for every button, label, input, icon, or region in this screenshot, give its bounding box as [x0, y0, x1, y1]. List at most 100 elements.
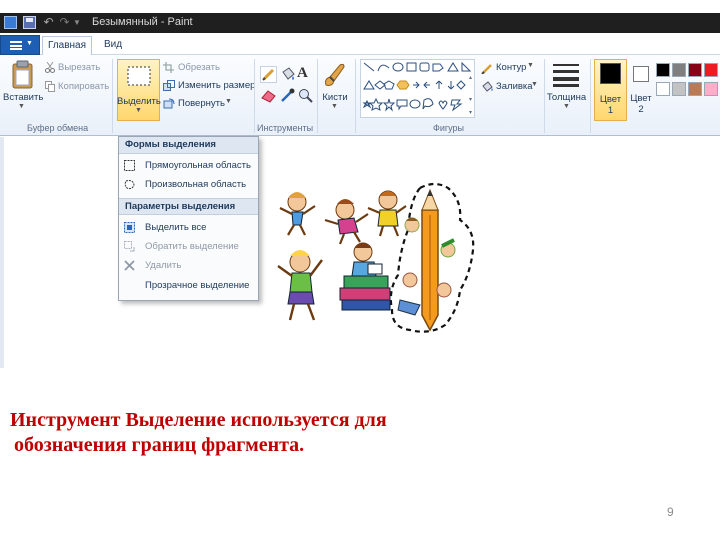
select-all-item[interactable]: Выделить все	[119, 218, 258, 237]
freeform-selection-label: Произвольная область	[145, 179, 247, 190]
color2-button[interactable]: Цвет 2	[630, 59, 652, 121]
freeform-selection-item[interactable]: Произвольная область	[119, 175, 258, 194]
color-picker-icon[interactable]	[279, 87, 296, 104]
menu-icon	[10, 41, 22, 50]
save-icon[interactable]	[23, 16, 36, 29]
select-dropdown-menu: Формы выделения Прямоугольная область Пр…	[118, 136, 259, 301]
resize-icon	[163, 80, 175, 91]
ribbon: Вставить ▼ Вырезать Копировать Буфер обм…	[0, 55, 720, 136]
palette-color-swatch[interactable]	[672, 82, 686, 96]
paint-window: ↶ ↷ ▼ Безымянный - Paint ▼ Главная Вид В…	[0, 13, 720, 368]
invert-selection-icon	[124, 241, 135, 252]
palette-color-swatch[interactable]	[656, 63, 670, 77]
drawing-canvas[interactable]	[0, 137, 720, 368]
text-tool-icon[interactable]: A	[297, 65, 308, 82]
color1-label: Цвет	[599, 94, 622, 105]
slide-caption: Инструмент Выделение используется для об…	[10, 408, 387, 458]
palette-color-swatch[interactable]	[704, 63, 718, 77]
resize-button[interactable]: Изменить размер	[178, 80, 255, 91]
group-divider	[112, 59, 113, 133]
size-button[interactable]: Толщина	[545, 92, 588, 103]
select-button-label: Выделить	[117, 96, 161, 107]
file-menu-button[interactable]: ▼	[0, 35, 40, 55]
tab-view[interactable]: Вид	[97, 36, 129, 55]
caption-line-2: обозначения границ фрагмента.	[14, 434, 305, 456]
delete-selection-item[interactable]: Удалить	[119, 256, 258, 275]
eraser-icon[interactable]	[260, 87, 277, 104]
group-divider	[254, 59, 255, 133]
cut-button[interactable]: Вырезать	[58, 62, 100, 73]
brushes-button[interactable]: Кисти	[319, 92, 351, 103]
outline-pen-icon	[481, 64, 492, 74]
line-thickness-icon[interactable]	[553, 63, 579, 87]
shapes-gallery-icons	[362, 61, 472, 114]
transparent-selection-label: Прозрачное выделение	[145, 280, 250, 291]
color1-swatch	[600, 63, 621, 84]
invert-selection-label: Обратить выделение	[145, 241, 239, 252]
crop-button[interactable]: Обрезать	[178, 62, 220, 73]
shapes-gallery[interactable]	[360, 59, 475, 118]
rectangle-select-icon	[127, 66, 151, 86]
tab-home[interactable]: Главная	[42, 36, 92, 55]
rectangle-select-icon	[124, 160, 135, 171]
select-button[interactable]: Выделить ▼	[117, 59, 161, 121]
palette-color-swatch[interactable]	[688, 82, 702, 96]
color2-number: 2	[638, 104, 644, 115]
rotate-icon	[163, 98, 175, 109]
ribbon-tab-bar: ▼ Главная Вид	[0, 33, 720, 55]
chevron-down-icon[interactable]: ▼	[531, 81, 538, 88]
magnifier-icon[interactable]	[297, 87, 314, 104]
crop-icon	[163, 62, 174, 73]
clipboard-group-label: Буфер обмена	[27, 123, 89, 133]
selection-shapes-header: Формы выделения	[119, 137, 258, 154]
invert-selection-item[interactable]: Обратить выделение	[119, 237, 258, 256]
pencil-icon[interactable]	[260, 66, 277, 83]
tools-group-label: Инструменты	[257, 123, 314, 133]
palette-color-swatch[interactable]	[688, 63, 702, 77]
paste-icon[interactable]	[11, 60, 35, 90]
group-divider	[317, 59, 318, 133]
group-divider	[590, 59, 591, 133]
color1-button[interactable]: Цвет 1	[594, 59, 627, 121]
redo-icon[interactable]: ↷	[58, 16, 71, 29]
chevron-down-icon[interactable]: ▼	[18, 103, 25, 110]
select-all-label: Выделить все	[145, 222, 207, 233]
rectangular-selection-item[interactable]: Прямоугольная область	[119, 156, 258, 175]
palette-color-swatch[interactable]	[704, 82, 718, 96]
title-bar: ↶ ↷ ▼ Безымянный - Paint	[0, 13, 720, 33]
fill-button[interactable]: Заливка	[496, 81, 533, 92]
palette-color-swatch[interactable]	[656, 82, 670, 96]
copy-icon	[45, 81, 55, 92]
undo-icon[interactable]: ↶	[42, 16, 55, 29]
window-title: Безымянный - Paint	[92, 16, 193, 28]
slide-page-number: 9	[667, 505, 674, 519]
paste-button[interactable]: Вставить	[3, 92, 43, 103]
brush-icon[interactable]	[322, 61, 348, 89]
chevron-down-icon[interactable]: ▼	[563, 103, 570, 110]
chevron-down-icon: ▼	[135, 107, 142, 114]
color1-number: 1	[607, 105, 614, 116]
scissors-icon	[45, 62, 55, 73]
fill-bucket-icon[interactable]	[279, 66, 296, 83]
chevron-down-icon[interactable]: ▼	[527, 62, 534, 69]
copy-button[interactable]: Копировать	[58, 81, 109, 92]
quick-access-dropdown-icon[interactable]: ▼	[73, 16, 86, 29]
transparent-selection-item[interactable]: Прозрачное выделение	[119, 276, 258, 295]
chevron-down-icon[interactable]: ▼	[331, 103, 338, 110]
color2-label: Цвет	[630, 93, 652, 104]
delete-x-icon	[124, 260, 135, 271]
delete-selection-label: Удалить	[145, 260, 182, 271]
shapes-group-label: Фигуры	[433, 123, 465, 133]
rotate-button[interactable]: Повернуть	[178, 98, 225, 109]
color2-swatch	[633, 66, 649, 82]
paint-app-icon[interactable]	[4, 16, 17, 29]
fill-bucket-icon	[482, 81, 493, 92]
chevron-down-icon: ▼	[26, 40, 33, 47]
selection-params-header: Параметры выделения	[119, 198, 258, 215]
caption-line-1: Инструмент Выделение используется для	[10, 409, 387, 431]
group-divider	[355, 59, 356, 133]
outline-button[interactable]: Контур	[496, 62, 526, 73]
palette-color-swatch[interactable]	[672, 63, 686, 77]
chevron-down-icon[interactable]: ▼	[225, 98, 232, 105]
select-all-icon	[124, 222, 135, 233]
